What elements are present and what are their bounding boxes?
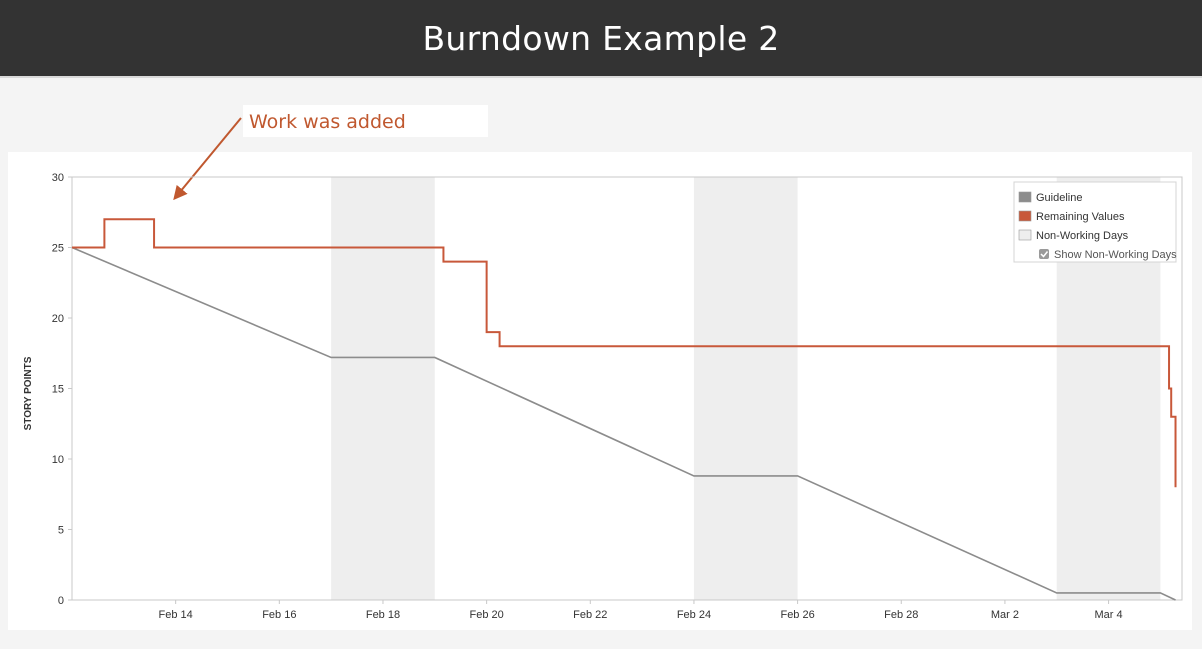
x-tick-label: Feb 24 [677,609,711,621]
guideline-line [71,246,1176,601]
y-tick-label: 10 [52,454,64,466]
x-tick-label: Mar 2 [991,609,1019,621]
x-tick-label: Feb 22 [573,609,607,621]
non-working-day-band [693,177,798,600]
burndown-chart: 0 5 10 15 20 25 30 Feb 14 Feb 16 Feb 18 Feb 20 Feb … [23,117,1183,621]
y-tick-label: 30 [52,172,64,184]
annotation-arrow [173,117,242,201]
y-tick-label: 25 [52,243,64,255]
legend-label: Guideline [1036,192,1082,204]
non-working-day-band [331,177,435,600]
legend-swatch [1018,210,1032,222]
y-tick-label: 20 [52,313,64,325]
x-tick-label: Feb 18 [366,609,400,621]
x-tick-label: Mar 4 [1095,609,1123,621]
x-tick-label: Feb 26 [780,609,814,621]
x-tick-label: Feb 20 [470,609,504,621]
show-non-working-days-label[interactable]: Show Non-Working Days [1054,249,1177,261]
x-tick-label: Feb 16 [262,609,296,621]
y-tick-label: 15 [52,384,64,396]
y-axis-label: STORY POINTS [23,356,34,430]
show-non-working-days-checkbox[interactable] [1039,249,1049,259]
y-tick-label: 5 [58,525,64,537]
legend-swatch [1018,229,1032,241]
x-tick-label: Feb 28 [884,609,918,621]
remaining-values-line [72,218,1177,488]
x-tick-label: Feb 14 [159,609,193,621]
legend-swatch [1018,191,1032,203]
legend-label: Remaining Values [1036,211,1125,223]
y-tick-label: 0 [58,595,64,607]
legend-label: Non-Working Days [1036,230,1129,242]
